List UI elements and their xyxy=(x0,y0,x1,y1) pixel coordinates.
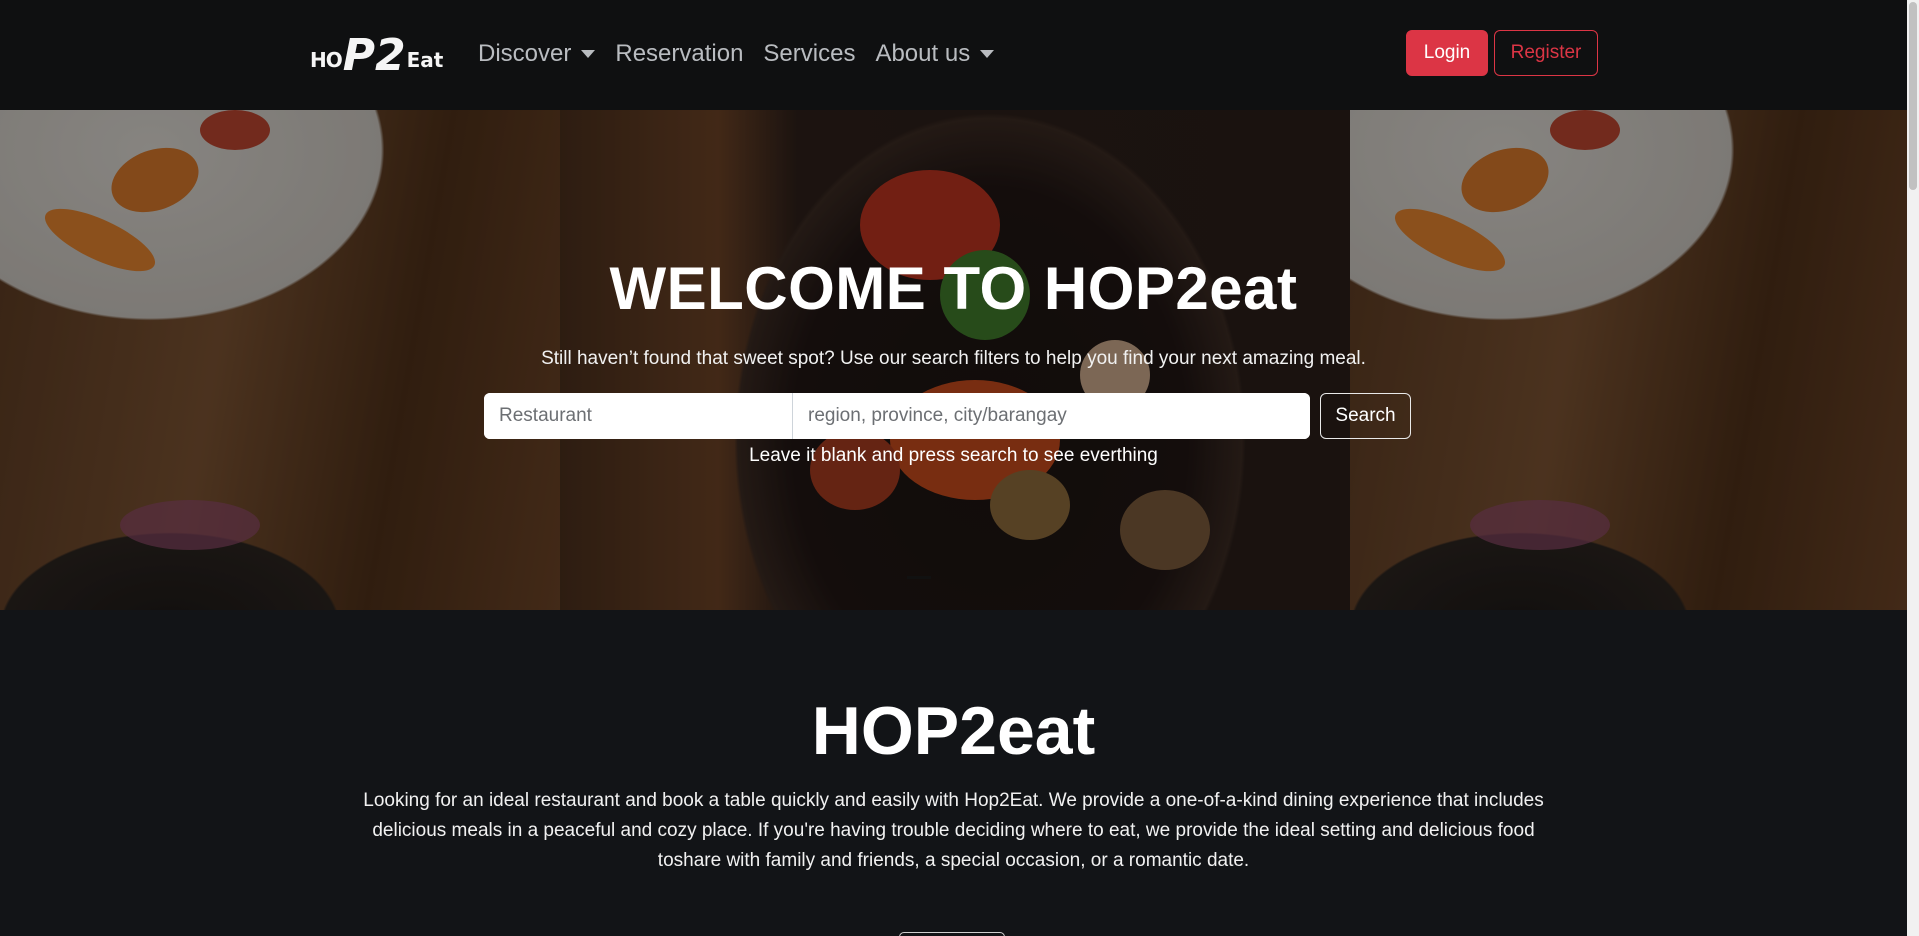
more-button[interactable] xyxy=(899,932,1005,936)
nav-item-discover[interactable]: Discover xyxy=(478,36,605,72)
navbar: HO P2 Eat Discover Reservation Services Ab… xyxy=(0,0,1907,110)
restaurant-search-input[interactable] xyxy=(484,393,793,439)
search-hint: Leave it blank and press search to see e… xyxy=(749,445,1158,466)
hero-title: WELCOME TO HOP2eat xyxy=(609,255,1298,322)
nav-links: Discover Reservation Services About us xyxy=(478,36,1004,72)
scrollbar-thumb[interactable] xyxy=(1909,2,1917,190)
chevron-down-icon xyxy=(581,50,596,58)
scrollbar[interactable] xyxy=(1907,0,1919,936)
about-description: Looking for an ideal restaurant and book… xyxy=(363,790,1544,871)
hero-banner: WELCOME TO HOP2eat Still haven’t found t… xyxy=(0,110,1907,610)
carousel-indicator[interactable] xyxy=(907,576,931,579)
about-title: HOP2eat xyxy=(811,693,1096,769)
hero-subtitle: Still haven’t found that sweet spot? Use… xyxy=(541,348,1366,369)
chevron-down-icon xyxy=(980,50,995,58)
page: HO P2 Eat Discover Reservation Services Ab… xyxy=(0,0,1919,936)
register-button[interactable]: Register xyxy=(1494,30,1598,76)
search-button[interactable]: Search xyxy=(1320,393,1411,439)
search-form xyxy=(484,393,1310,439)
nav-item-reservation[interactable]: Reservation xyxy=(605,36,753,72)
login-button[interactable]: Login xyxy=(1406,30,1488,76)
location-search-input[interactable] xyxy=(793,393,1310,439)
nav-item-about-us[interactable]: About us xyxy=(865,36,1004,72)
brand-logo[interactable]: HO P2 Eat xyxy=(310,28,443,78)
nav-item-services[interactable]: Services xyxy=(753,36,865,72)
